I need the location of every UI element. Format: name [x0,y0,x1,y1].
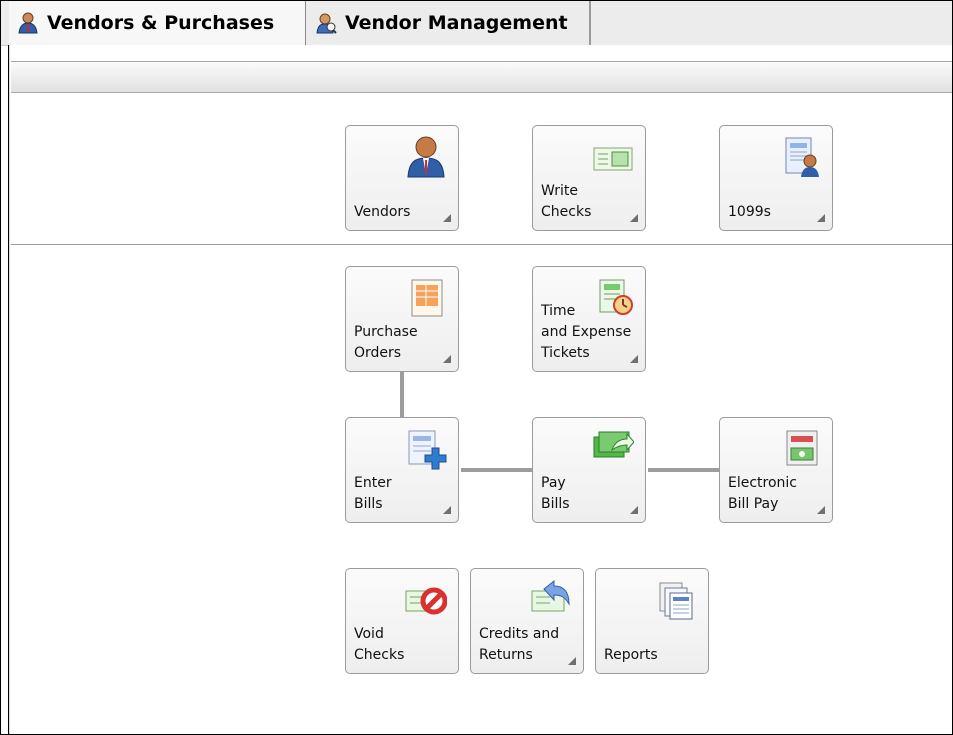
tile-label: Purchase Orders [354,324,418,361]
enter-to-pay-connector [461,468,532,472]
dropdown-indicator-icon [630,214,638,222]
pay-bills-button[interactable]: Pay Bills [532,417,646,523]
tile-label: Pay Bills [541,475,570,512]
enter-bills-button[interactable]: Enter Bills [345,417,459,523]
reports-button[interactable]: Reports [595,568,709,674]
dropdown-indicator-icon [443,355,451,363]
dropdown-indicator-icon [630,506,638,514]
vendors-button[interactable]: Vendors [345,125,459,231]
check-icon [593,147,633,171]
purchase-orders-button[interactable]: Purchase Orders [345,266,459,372]
electronic-bill-pay-button[interactable]: Electronic Bill Pay [719,417,833,523]
vendor-management-tab-icon [316,13,337,34]
dropdown-indicator-icon [443,214,451,222]
tile-label: Void Checks [354,626,405,663]
form-1099-icon [785,137,819,177]
tile-label: Write Checks [541,183,592,220]
tile-label: Reports [604,647,658,663]
pay-bills-money-arrow-icon [593,431,634,458]
tab-bar: Vendors & Purchases Vendor Management [1,1,952,46]
purchase-order-icon [411,279,443,317]
tab-label: Vendors & Purchases [47,12,275,34]
tile-label: Enter Bills [354,475,392,512]
dropdown-indicator-icon [817,214,825,222]
enter-bill-plus-icon [408,430,447,470]
dropdown-indicator-icon [817,506,825,514]
tab-vendors-purchases[interactable]: Vendors & Purchases [9,1,306,45]
tile-label: 1099s [728,204,771,220]
write-checks-button[interactable]: Write Checks [532,125,646,231]
electronic-bill-pay-icon [786,430,818,466]
dropdown-indicator-icon [630,355,638,363]
vendor-tab-icon [18,12,38,34]
tab-vendor-management[interactable]: Vendor Management [307,1,591,45]
void-check-icon [405,587,447,615]
toolbar-strip [11,61,952,93]
vendors-purchases-window: Vendors & Purchases Vendor Management Ve… [0,0,953,735]
dropdown-indicator-icon [443,506,451,514]
dropdown-indicator-icon [568,657,576,665]
reports-icon [659,582,693,620]
tile-label: Electronic Bill Pay [728,475,798,512]
tab-label: Vendor Management [345,12,568,34]
void-checks-button[interactable]: Void Checks [345,568,459,674]
tile-label: Time and Expense Tickets [541,303,632,361]
credits-returns-button[interactable]: Credits and Returns [470,568,584,674]
pay-to-electronic-connector [648,468,719,472]
purchase-to-bills-connector [400,372,404,417]
credits-returns-arrow-icon [531,579,570,612]
tile-label: Vendors [354,204,411,220]
tile-label: Credits and Returns [479,626,560,663]
section-divider [11,244,952,245]
vendor-person-icon [407,136,445,178]
1099s-button[interactable]: 1099s [719,125,833,231]
time-expense-tickets-button[interactable]: Time and Expense Tickets [532,266,646,372]
